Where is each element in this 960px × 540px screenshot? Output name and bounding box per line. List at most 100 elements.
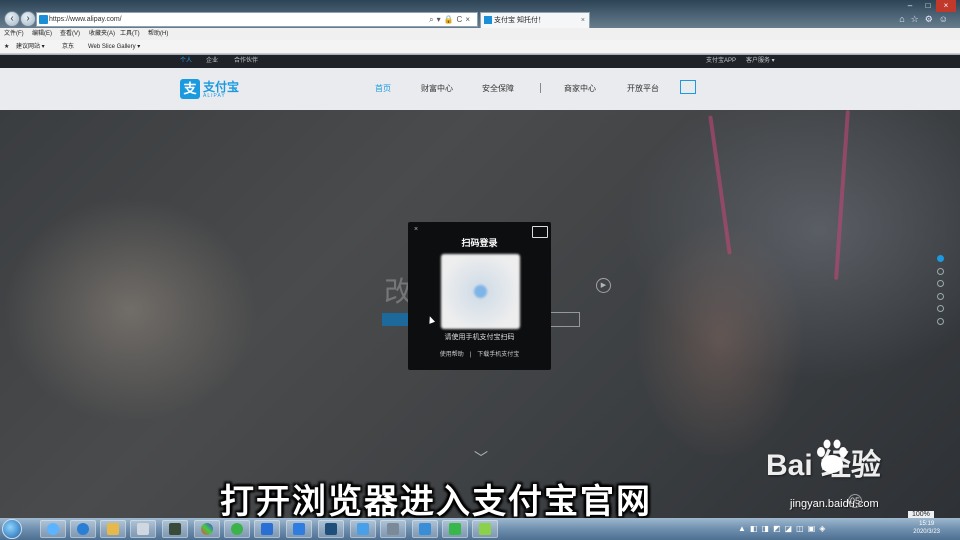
video-caption: 打开浏览器进入支付宝官网 (220, 483, 652, 521)
zoom-level[interactable]: 100% (908, 511, 934, 518)
tab-alipay[interactable]: 支付宝 知托付！ × (480, 12, 590, 28)
app-link[interactable]: 支付宝APP (706, 55, 736, 68)
back-arrow-icon[interactable]: ‹ (4, 11, 20, 27)
menu-tools[interactable]: 工具(T) (120, 28, 140, 40)
clock-time: 15:19 (919, 521, 935, 527)
toolbar-icons[interactable]: ⌂☆⚙☺ (899, 14, 954, 25)
fav-jd[interactable]: 京东 (62, 40, 74, 54)
help-link[interactable]: 使用帮助 (440, 352, 464, 358)
url-text: https://www.alipay.com/ (49, 16, 122, 23)
carousel-dot[interactable] (937, 267, 944, 275)
carousel-dot[interactable] (937, 317, 944, 325)
windows-taskbar: ▲◧◨◩◪◫▣◈ 15:19 2020/3/23 (0, 518, 960, 540)
carousel-dot[interactable] (937, 292, 944, 300)
nav-open-platform[interactable]: 开放平台 (627, 83, 659, 94)
menu-help[interactable]: 帮助(H) (148, 28, 168, 40)
tab-partners[interactable]: 合作伙伴 (234, 55, 258, 68)
carousel-dot[interactable] (937, 255, 944, 262)
carousel-dot[interactable] (937, 280, 944, 287)
watermark-url: jingyan.baidu.com (790, 498, 879, 510)
qr-links: 使用帮助 | 下载手机支付宝 (439, 352, 520, 358)
fav-suggested[interactable]: 建议网站 ▾ (16, 40, 45, 54)
site-header (0, 68, 960, 110)
qr-hint: 请使用手机支付宝扫码 (444, 334, 515, 341)
nav-home[interactable]: 首页 (375, 83, 391, 94)
taskbar-ie[interactable] (70, 520, 96, 538)
favorites-bar: ★ 建议网站 ▾ 京东 Web Slice Gallery ▾ (0, 40, 960, 54)
ie-icon (77, 523, 89, 535)
tray-clock[interactable]: 15:19 2020/3/23 (913, 520, 940, 536)
carousel-dots (937, 255, 944, 330)
taskbar-explorer[interactable] (100, 520, 126, 538)
cube-icon (325, 523, 337, 535)
tab-title: 支付宝 知托付！ (494, 17, 545, 24)
customer-service-link[interactable]: 客户服务 ▾ (746, 55, 775, 68)
nav-security[interactable]: 安全保障 (482, 83, 514, 94)
app-icon (387, 523, 399, 535)
forward-arrow-icon[interactable]: › (20, 11, 36, 27)
menu-bar: 文件(F) 编辑(E) 查看(V) 收藏夹(A) 工具(T) 帮助(H) (0, 28, 960, 40)
carousel-dot[interactable] (937, 305, 944, 312)
taskbar-app-13[interactable] (412, 520, 438, 538)
taskbar-player-2[interactable] (472, 520, 498, 538)
nav-wealth[interactable]: 财富中心 (421, 83, 453, 94)
menu-favorites[interactable]: 收藏夹(A) (89, 28, 115, 40)
play-icon[interactable]: ▶ (596, 278, 611, 293)
taskbar-app-5[interactable] (162, 520, 188, 538)
site-top-strip: 个人 企业 合作伙伴 支付宝APP 客户服务 ▾ (0, 55, 960, 68)
app-icon (261, 523, 273, 535)
fav-web-slice[interactable]: Web Slice Gallery ▾ (88, 40, 140, 54)
start-button-icon[interactable] (2, 519, 22, 539)
alipay-logo-icon[interactable]: 支 (180, 79, 200, 99)
app-icon (201, 523, 213, 535)
taskbar-app-12[interactable] (380, 520, 406, 538)
app-icon (47, 523, 59, 535)
taskbar-app-6[interactable] (194, 520, 220, 538)
status-counter: 05 (848, 494, 862, 508)
menu-view[interactable]: 查看(V) (60, 28, 80, 40)
monitor-icon[interactable] (532, 226, 548, 238)
play-icon (479, 523, 491, 535)
minimize-icon[interactable]: – (900, 0, 920, 12)
platform-badge-icon (680, 80, 696, 94)
taskbar-app-1[interactable] (40, 520, 66, 538)
tab-favicon-icon (484, 16, 492, 24)
app-icon (169, 523, 181, 535)
site-favicon-icon (39, 15, 48, 24)
qr-title: 扫码登录 (461, 238, 498, 248)
taskbar-security[interactable] (286, 520, 312, 538)
download-app-link[interactable]: 下载手机支付宝 (477, 352, 519, 358)
logo-subtext: ALIPAY (203, 93, 226, 99)
app-icon (137, 523, 149, 535)
taskbar-player[interactable] (442, 520, 468, 538)
taskbar-app-11[interactable] (350, 520, 376, 538)
play-icon (449, 523, 461, 535)
tab-personal[interactable]: 个人 (180, 55, 192, 68)
nav-merchant[interactable]: 商家中心 (564, 83, 596, 94)
address-bar[interactable]: https://www.alipay.com/ ⌕▾🔒C× (36, 12, 478, 27)
tab-close-icon[interactable]: × (581, 13, 585, 28)
maximize-icon[interactable]: □ (918, 0, 938, 12)
qr-login-dialog: × 扫码登录 请使用手机支付宝扫码 使用帮助 | 下载手机支付宝 (408, 222, 551, 370)
baidu-paw-icon (817, 439, 847, 473)
taskbar-wechat[interactable] (224, 520, 250, 538)
tab-enterprise[interactable]: 企业 (206, 55, 218, 68)
menu-edit[interactable]: 编辑(E) (32, 28, 52, 40)
menu-file[interactable]: 文件(F) (4, 28, 24, 40)
close-icon[interactable]: × (414, 226, 418, 233)
window-close-icon[interactable]: × (936, 0, 956, 12)
clock-date: 2020/3/23 (913, 529, 940, 535)
star-icon[interactable]: ★ (4, 40, 9, 54)
address-tools-icon[interactable]: ⌕▾🔒C× (429, 13, 473, 26)
folder-icon (107, 523, 119, 535)
taskbar-app-8[interactable] (254, 520, 280, 538)
taskbar-app-10[interactable] (318, 520, 344, 538)
nav-divider (540, 83, 541, 93)
chevron-down-icon[interactable]: ﹀ (474, 448, 488, 468)
system-tray-icons[interactable]: ▲◧◨◩◪◫▣◈ (738, 524, 829, 533)
app-icon (419, 523, 431, 535)
app-icon (357, 523, 369, 535)
taskbar-app-4[interactable] (130, 520, 156, 538)
screen: ‹ › https://www.alipay.com/ ⌕▾🔒C× 支付宝 知托… (0, 0, 960, 540)
browser-chrome: ‹ › https://www.alipay.com/ ⌕▾🔒C× 支付宝 知托… (0, 0, 960, 55)
